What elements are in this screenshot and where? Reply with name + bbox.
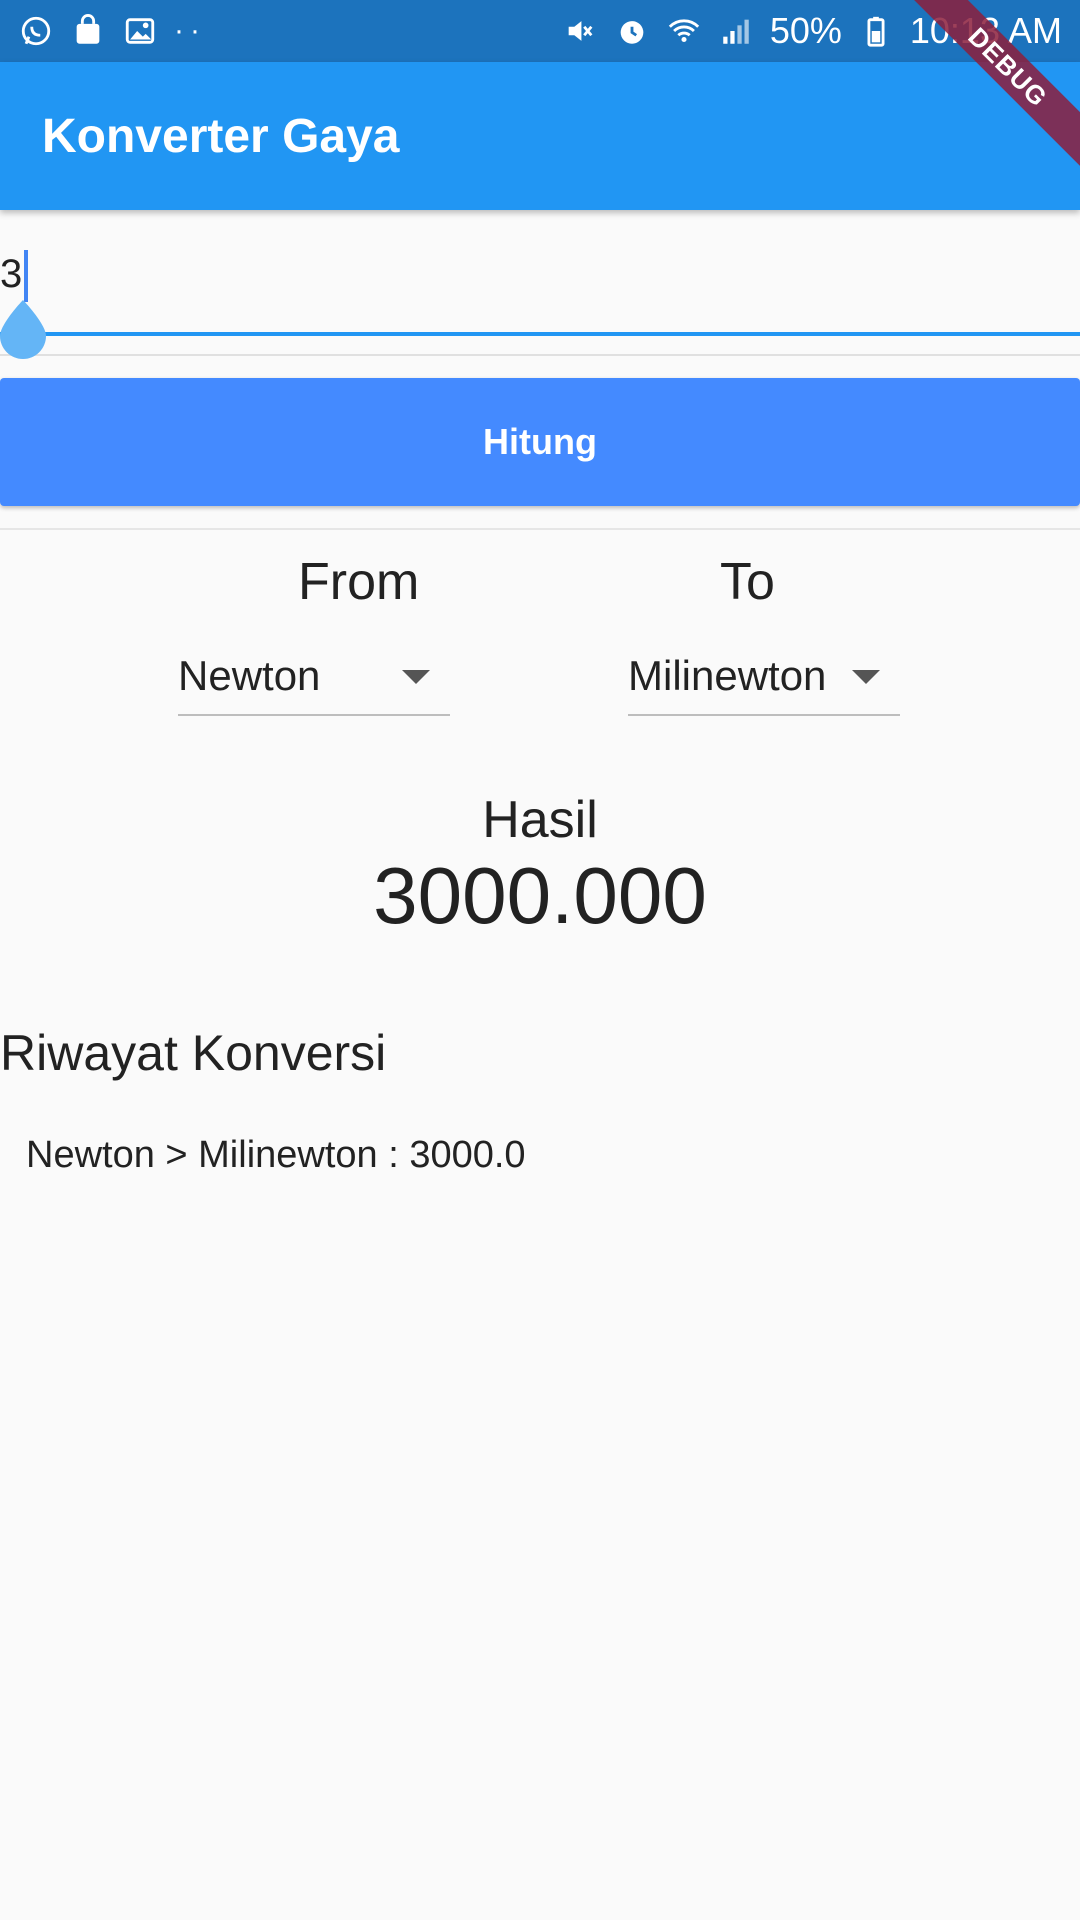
dropdown-arrow-icon [402, 670, 430, 684]
signal-icon [718, 13, 754, 49]
status-bar-right: 50% 10:13 AM [562, 10, 1062, 52]
gallery-icon [122, 13, 158, 49]
mute-icon [562, 13, 598, 49]
text-caret [24, 250, 28, 302]
value-input-text[interactable]: 3 [0, 252, 22, 297]
from-unit-dropdown[interactable]: Newton [178, 640, 450, 716]
to-label: To [720, 553, 775, 611]
battery-icon [858, 13, 894, 49]
wifi-icon [666, 13, 702, 49]
to-unit-dropdown[interactable]: Milinewton [628, 640, 900, 716]
history-title: Riwayat Konversi [0, 1025, 387, 1081]
input-focus-underline [0, 332, 1080, 336]
value-input[interactable]: 3 [0, 236, 1080, 359]
to-unit-value: Milinewton [628, 652, 827, 699]
input-underline [0, 354, 1080, 356]
status-bar: ·· 50% 10:13 AM [0, 0, 1080, 62]
hitung-button[interactable]: Hitung [0, 378, 1080, 506]
history-list-item: Newton > Milinewton : 3000.0 [26, 1134, 526, 1176]
text-selection-handle[interactable] [0, 298, 50, 362]
from-label: From [298, 553, 420, 611]
result-value: 3000.000 [373, 851, 707, 940]
shopping-bag-icon [70, 13, 106, 49]
notification-dots: ·· [174, 14, 206, 47]
divider [0, 528, 1080, 530]
alarm-icon [614, 13, 650, 49]
clock: 10:13 AM [909, 10, 1062, 51]
app-bar: Konverter Gaya [0, 62, 1080, 210]
app-title: Konverter Gaya [42, 109, 400, 163]
status-bar-left: ·· [18, 13, 206, 49]
whatsapp-icon [18, 13, 54, 49]
battery-percent: 50% [769, 10, 842, 51]
result-label: Hasil [482, 791, 598, 849]
dropdown-arrow-icon [852, 670, 880, 684]
from-unit-value: Newton [178, 652, 321, 699]
